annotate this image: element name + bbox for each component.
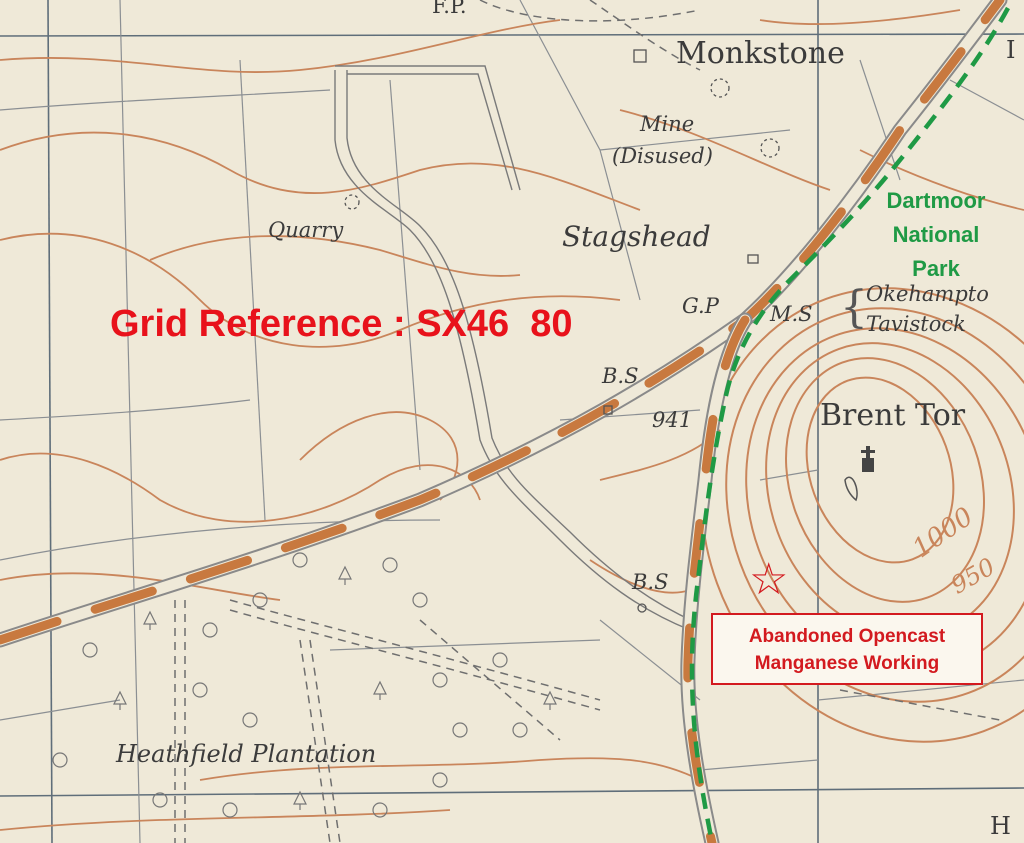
label-monkstone: Monkstone	[676, 36, 845, 71]
national-park-line-1: Dartmoor	[886, 188, 986, 213]
label-tavistock: Tavistock	[866, 312, 966, 336]
label-heathfield-plantation: Heathfield Plantation	[116, 740, 377, 768]
label-bs-lower: B.S	[632, 570, 669, 594]
label-brent-tor: Brent Tor	[820, 398, 966, 433]
grid-reference-label: Grid Reference : SX46 80	[110, 303, 573, 345]
church-symbol	[861, 446, 875, 472]
site-callout-line-1: Abandoned Opencast	[748, 626, 946, 647]
mine-symbol	[760, 138, 780, 158]
label-quarry: Quarry	[268, 218, 344, 242]
star-icon: ☆	[749, 554, 789, 605]
topographic-map: F.P. Monkstone Mine (Disused) Quarry Sta…	[0, 0, 1024, 843]
label-spot-height: 941	[652, 408, 693, 432]
label-stagshead: Stagshead	[562, 220, 711, 253]
national-park-line-3: Park	[912, 256, 960, 281]
grid-line-v1	[47, 0, 53, 843]
label-disused: (Disused)	[612, 144, 713, 168]
label-mine: Mine	[640, 112, 695, 136]
quarry-symbol	[344, 194, 360, 210]
national-park-label: Dartmoor National Park	[860, 184, 1012, 286]
site-callout-line-2: Manganese Working	[754, 653, 940, 674]
milestone-brace: {	[840, 282, 868, 333]
label-ms: M.S	[770, 302, 813, 326]
label-gp: G.P	[682, 294, 719, 318]
grid-line-h1	[0, 33, 1024, 37]
national-park-line-2: National	[892, 222, 980, 247]
label-edge-bottom-right: H	[990, 812, 1011, 840]
label-edge-top-right: I	[1006, 36, 1016, 64]
site-callout: Abandoned Opencast Manganese Working	[711, 613, 983, 685]
label-bs-upper: B.S	[602, 364, 639, 388]
label-fp: F.P.	[432, 0, 467, 18]
grid-line-h2	[0, 787, 1024, 797]
